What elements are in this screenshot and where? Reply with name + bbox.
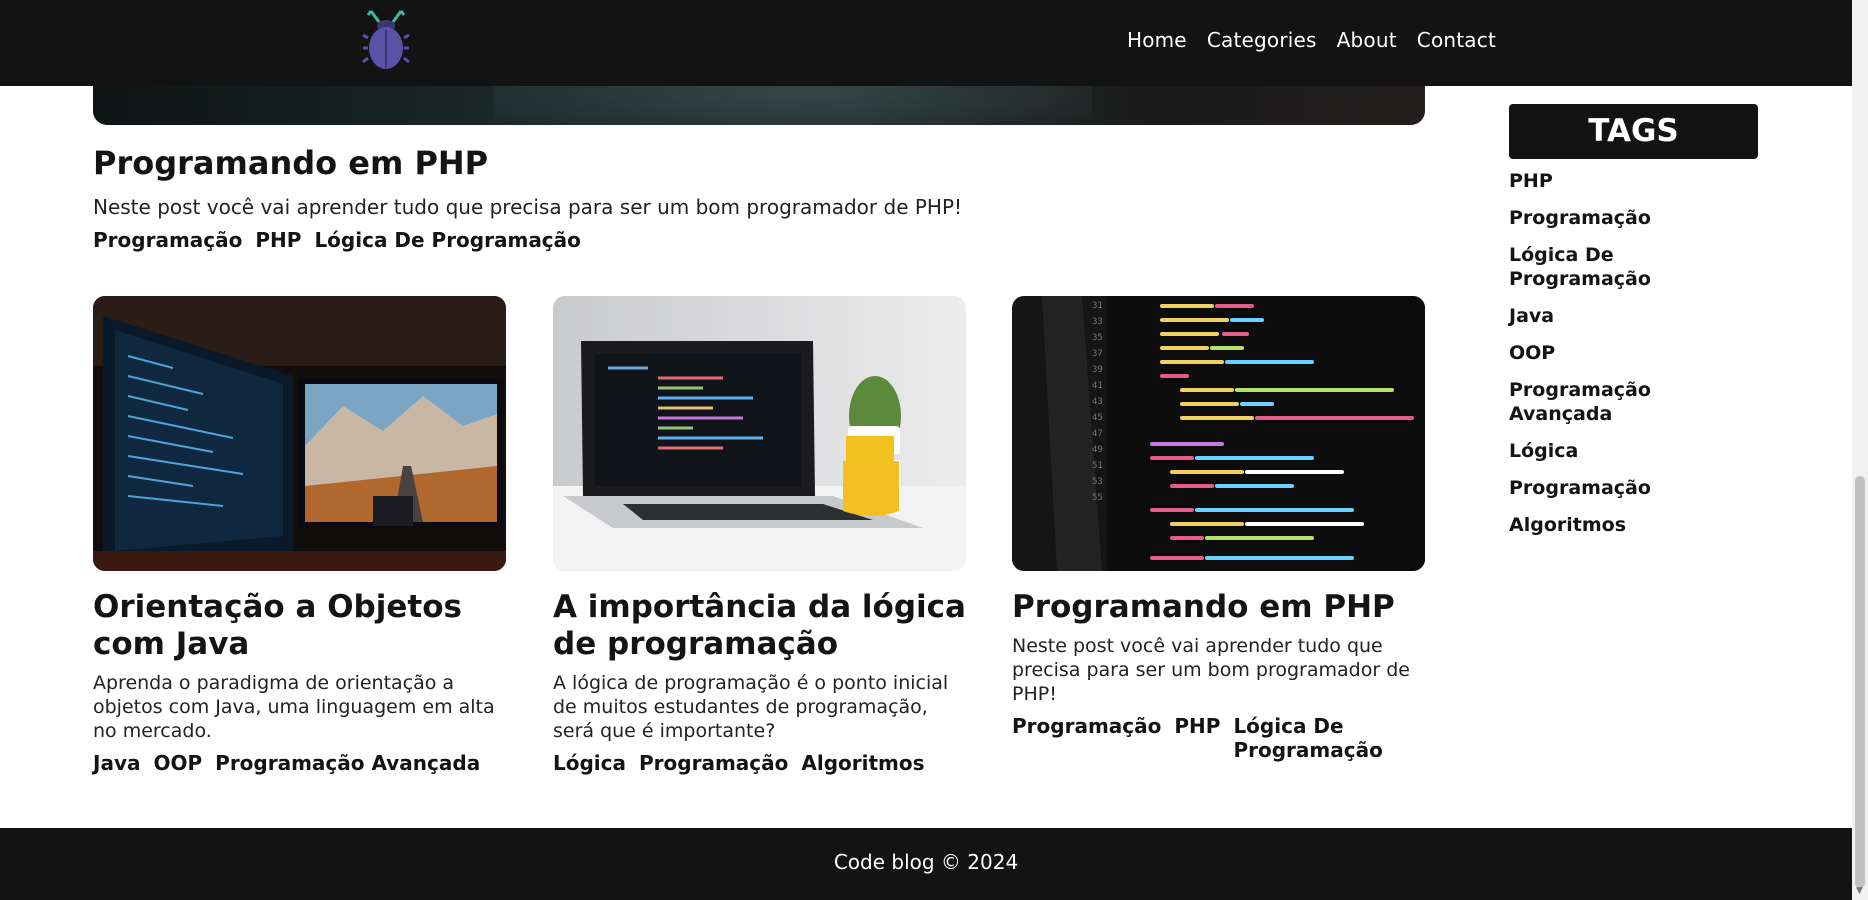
site-logo[interactable] [362, 8, 410, 70]
dual-monitor-setup-image[interactable] [93, 296, 506, 571]
nav-link-about[interactable]: About [1337, 28, 1397, 52]
sidebar-tag[interactable]: Lógica De Programação [1509, 243, 1669, 291]
post-card-description: Aprenda o paradigma de orientação a obje… [93, 672, 495, 742]
post-card: Orientação a Objetos com Java Aprenda o … [93, 296, 506, 775]
scrollbar-thumb[interactable] [1855, 476, 1865, 888]
featured-post: Programando em PHP Neste post você vai a… [93, 144, 1425, 252]
post-tag[interactable]: PHP [255, 228, 301, 252]
svg-text:45: 45 [1092, 413, 1103, 423]
post-card-tags: Lógica Programação Algoritmos [553, 751, 966, 775]
svg-text:41: 41 [1092, 381, 1103, 391]
svg-text:43: 43 [1092, 397, 1103, 407]
tags-heading: TAGS [1509, 104, 1758, 159]
post-tag[interactable]: PHP [1174, 714, 1220, 762]
sidebar-tag[interactable]: OOP [1509, 341, 1759, 365]
svg-text:49: 49 [1092, 445, 1103, 455]
post-card-description: Neste post você vai aprender tudo que pr… [1012, 635, 1410, 705]
post-card-description: A lógica de programação é o ponto inicia… [553, 672, 949, 742]
svg-text:39: 39 [1092, 365, 1103, 375]
laptop-on-desk-image[interactable] [553, 296, 966, 571]
post-card-title[interactable]: A importância da lógica de programação [553, 589, 966, 663]
sidebar-tag[interactable]: Programação [1509, 206, 1759, 230]
svg-text:51: 51 [1092, 461, 1103, 471]
featured-post-title[interactable]: Programando em PHP [93, 144, 1425, 182]
nav-link-home[interactable]: Home [1127, 28, 1187, 52]
footer: Code blog © 2024 [0, 828, 1852, 900]
post-card-title[interactable]: Orientação a Objetos com Java [93, 589, 506, 663]
sidebar-tag[interactable]: Lógica [1509, 439, 1759, 463]
bug-icon [362, 10, 410, 69]
post-tag[interactable]: Programação [1012, 714, 1161, 762]
post-card: A importância da lógica de programação A… [553, 296, 966, 775]
post-card-tags: Programação PHP Lógica De Programação [1012, 714, 1425, 762]
sidebar-tag[interactable]: PHP [1509, 169, 1759, 193]
code-screen-image[interactable]: 31 33 35 37 39 41 43 45 47 49 51 53 55 [1012, 296, 1425, 571]
svg-text:33: 33 [1092, 317, 1103, 327]
post-tag[interactable]: OOP [153, 751, 202, 775]
post-tag[interactable]: Java [93, 751, 140, 775]
post-tag[interactable]: Algoritmos [801, 751, 924, 775]
sidebar-tag[interactable]: Programação [1509, 476, 1759, 500]
svg-text:31: 31 [1092, 301, 1103, 311]
post-tag[interactable]: Programação [639, 751, 788, 775]
post-tag[interactable]: Programação [93, 228, 242, 252]
post-tag[interactable]: Lógica [553, 751, 626, 775]
svg-text:37: 37 [1092, 349, 1103, 359]
post-card-tags: Java OOP Programação Avançada [93, 751, 506, 775]
sidebar-tag[interactable]: Java [1509, 304, 1759, 328]
svg-text:35: 35 [1092, 333, 1103, 343]
featured-post-tags: Programação PHP Lógica De Programação [93, 228, 1425, 252]
svg-text:55: 55 [1092, 493, 1103, 503]
post-tag[interactable]: Lógica De Programação [314, 228, 580, 252]
post-tag[interactable]: Programação Avançada [215, 751, 480, 775]
svg-text:47: 47 [1092, 429, 1103, 439]
sidebar-tag[interactable]: Programação Avançada [1509, 378, 1759, 426]
sidebar-tag[interactable]: Algoritmos [1509, 513, 1759, 537]
post-tag[interactable]: Lógica De Programação [1233, 714, 1393, 762]
footer-copyright: Code blog © 2024 [833, 850, 1019, 874]
tag-list: PHP Programação Lógica De Programação Ja… [1509, 169, 1759, 537]
featured-post-description: Neste post você vai aprender tudo que pr… [93, 195, 963, 219]
navbar: Home Categories About Contact [0, 0, 1852, 86]
main-nav: Home Categories About Contact [1127, 28, 1496, 52]
nav-link-categories[interactable]: Categories [1207, 28, 1317, 52]
tags-sidebar: TAGS PHP Programação Lógica De Programaç… [1509, 104, 1759, 550]
post-card-title[interactable]: Programando em PHP [1012, 589, 1425, 626]
post-card: 31 33 35 37 39 41 43 45 47 49 51 53 55 P… [1012, 296, 1425, 762]
svg-text:53: 53 [1092, 477, 1103, 487]
page-scrollbar[interactable]: ▼ [1852, 0, 1868, 900]
scroll-down-arrow-icon[interactable]: ▼ [1856, 887, 1863, 896]
nav-link-contact[interactable]: Contact [1417, 28, 1496, 52]
